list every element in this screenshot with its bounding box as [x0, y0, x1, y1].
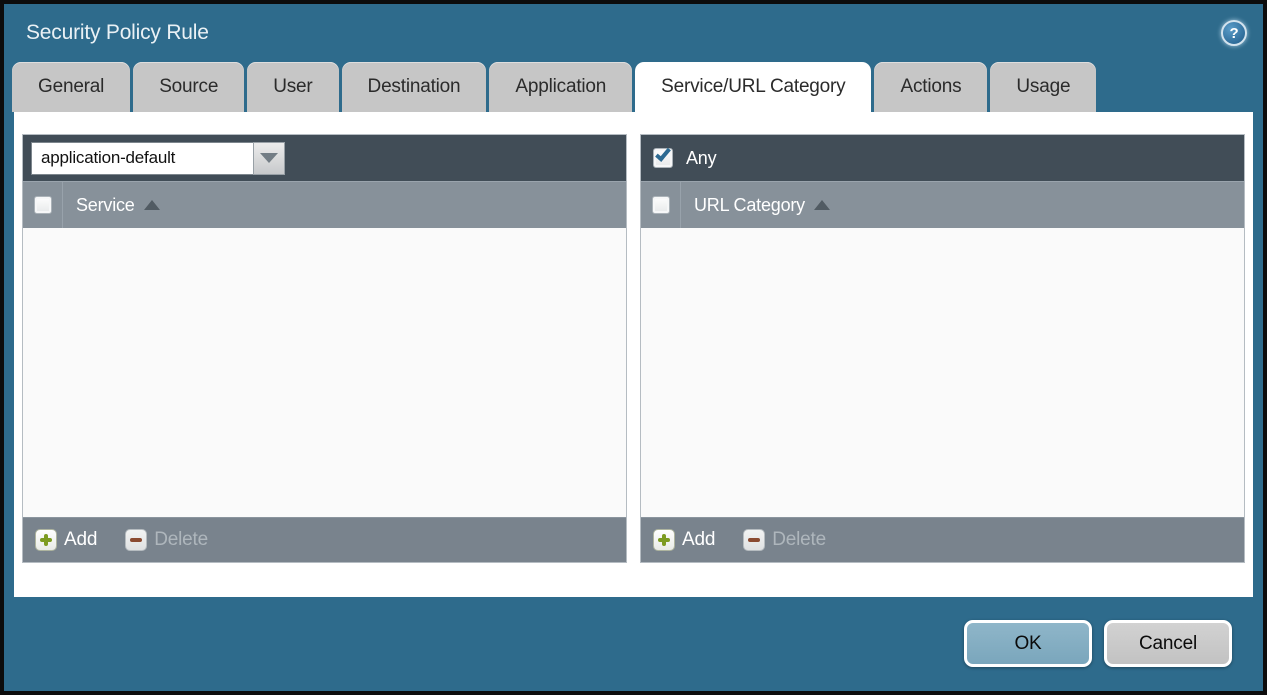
- url-category-select-all-cell: [641, 182, 681, 228]
- tab-source[interactable]: Source: [133, 62, 244, 112]
- sort-ascending-icon: [814, 200, 830, 210]
- any-label: Any: [686, 148, 716, 169]
- service-type-dropdown: [31, 142, 285, 175]
- tab-application[interactable]: Application: [489, 62, 632, 112]
- url-category-select-all-checkbox[interactable]: [652, 196, 670, 214]
- tab-destination[interactable]: Destination: [342, 62, 487, 112]
- cancel-button[interactable]: Cancel: [1104, 620, 1232, 667]
- url-category-column-header: URL Category: [641, 181, 1244, 228]
- chevron-down-icon: [260, 153, 278, 163]
- any-row: Any: [649, 148, 716, 169]
- ok-button[interactable]: OK: [964, 620, 1092, 667]
- add-plus-icon: [653, 529, 675, 551]
- service-delete-label: Delete: [154, 529, 208, 551]
- tab-user[interactable]: User: [247, 62, 338, 112]
- security-policy-rule-dialog: Security Policy Rule ? General Source Us…: [0, 0, 1267, 695]
- service-add-label: Add: [64, 529, 97, 551]
- sort-ascending-icon: [144, 200, 160, 210]
- add-plus-icon: [35, 529, 57, 551]
- tab-service-url-category[interactable]: Service/URL Category: [635, 62, 871, 112]
- dialog-title: Security Policy Rule: [26, 21, 209, 45]
- url-category-delete-label: Delete: [772, 529, 826, 551]
- delete-minus-icon: [125, 529, 147, 551]
- url-category-add-button[interactable]: Add: [653, 529, 715, 551]
- url-category-column-label: URL Category: [694, 195, 805, 216]
- url-category-table-body: [641, 228, 1244, 517]
- url-category-delete-button[interactable]: Delete: [743, 529, 826, 551]
- url-category-panel: Any URL Category Add: [640, 134, 1245, 563]
- tab-actions[interactable]: Actions: [874, 62, 987, 112]
- delete-minus-icon: [743, 529, 765, 551]
- service-add-button[interactable]: Add: [35, 529, 97, 551]
- any-checkbox[interactable]: [653, 148, 673, 168]
- dialog-actions: OK Cancel: [964, 620, 1232, 667]
- service-type-input[interactable]: [31, 142, 253, 175]
- service-column-label: Service: [76, 195, 135, 216]
- checkbox-check-icon: [655, 145, 671, 162]
- url-category-column-sort[interactable]: URL Category: [681, 182, 830, 228]
- service-panel: Service Add Delete: [22, 134, 627, 563]
- url-category-panel-header: Any: [641, 135, 1244, 181]
- service-delete-button[interactable]: Delete: [125, 529, 208, 551]
- service-panel-footer: Add Delete: [23, 517, 626, 562]
- title-bar: Security Policy Rule ?: [4, 4, 1263, 62]
- service-column-sort[interactable]: Service: [63, 182, 160, 228]
- url-category-add-label: Add: [682, 529, 715, 551]
- tab-usage[interactable]: Usage: [990, 62, 1096, 112]
- url-category-panel-footer: Add Delete: [641, 517, 1244, 562]
- service-type-dropdown-button[interactable]: [253, 142, 285, 175]
- tab-general[interactable]: General: [12, 62, 130, 112]
- service-select-all-cell: [23, 182, 63, 228]
- help-icon[interactable]: ?: [1221, 20, 1247, 46]
- service-panel-header: [23, 135, 626, 181]
- service-column-header: Service: [23, 181, 626, 228]
- service-table-body: [23, 228, 626, 517]
- tab-strip: General Source User Destination Applicat…: [4, 62, 1263, 112]
- tab-content: Service Add Delete: [14, 112, 1253, 597]
- service-select-all-checkbox[interactable]: [34, 196, 52, 214]
